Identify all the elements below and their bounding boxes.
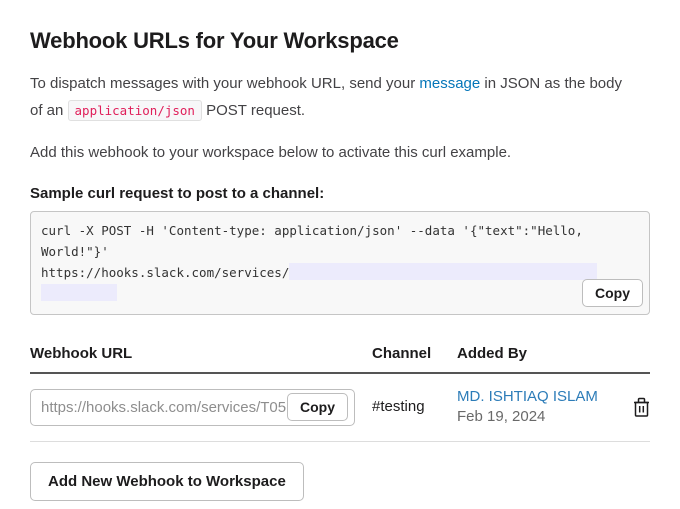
curl-line-4 (41, 283, 639, 304)
webhook-url-input-wrap: Copy (30, 389, 355, 426)
curl-line-2: World!"}' (41, 241, 639, 262)
header-webhook-url: Webhook URL (30, 345, 372, 362)
redacted-token-long (289, 263, 597, 280)
row-actions-cell (624, 397, 650, 417)
webhook-table: Webhook URL Channel Added By Copy #testi… (30, 345, 650, 442)
intro-paragraph: To dispatch messages with your webhook U… (30, 70, 630, 124)
row-copy-button[interactable]: Copy (287, 393, 348, 421)
webhook-settings-page: Webhook URLs for Your Workspace To dispa… (0, 0, 680, 501)
intro-text-before-link: To dispatch messages with your webhook U… (30, 75, 419, 92)
redacted-token-short (41, 284, 117, 301)
sample-curl-label: Sample curl request to post to a channel… (30, 185, 650, 202)
page-title: Webhook URLs for Your Workspace (30, 28, 650, 54)
channel-name: #testing (372, 398, 425, 415)
table-row: Copy #testing MD. ISHTIAQ ISLAM Feb 19, … (30, 374, 650, 442)
curl-line-1: curl -X POST -H 'Content-type: applicati… (41, 220, 639, 241)
header-channel: Channel (372, 345, 457, 362)
added-by-date: Feb 19, 2024 (457, 408, 545, 425)
curl-code-block: curl -X POST -H 'Content-type: applicati… (30, 211, 650, 315)
message-link[interactable]: message (419, 75, 480, 92)
curl-line-3: https://hooks.slack.com/services/ (41, 262, 639, 283)
added-by-cell: MD. ISHTIAQ ISLAM Feb 19, 2024 (457, 388, 624, 426)
table-header-row: Webhook URL Channel Added By (30, 345, 650, 374)
added-by-user-link[interactable]: MD. ISHTIAQ ISLAM (457, 388, 624, 405)
delete-webhook-button[interactable] (633, 397, 650, 417)
code-copy-button[interactable]: Copy (582, 279, 643, 307)
activate-note: Add this webhook to your workspace below… (30, 144, 650, 161)
intro-text-after-code: POST request. (202, 102, 305, 119)
webhook-url-cell: Copy (30, 389, 372, 426)
add-new-webhook-button[interactable]: Add New Webhook to Workspace (30, 462, 304, 501)
content-type-inline-code: application/json (68, 100, 202, 121)
webhook-url-prefix: https://hooks.slack.com/services/ (41, 265, 289, 280)
channel-cell: #testing (372, 398, 457, 416)
trash-icon (633, 405, 650, 420)
header-added-by: Added By (457, 345, 650, 362)
